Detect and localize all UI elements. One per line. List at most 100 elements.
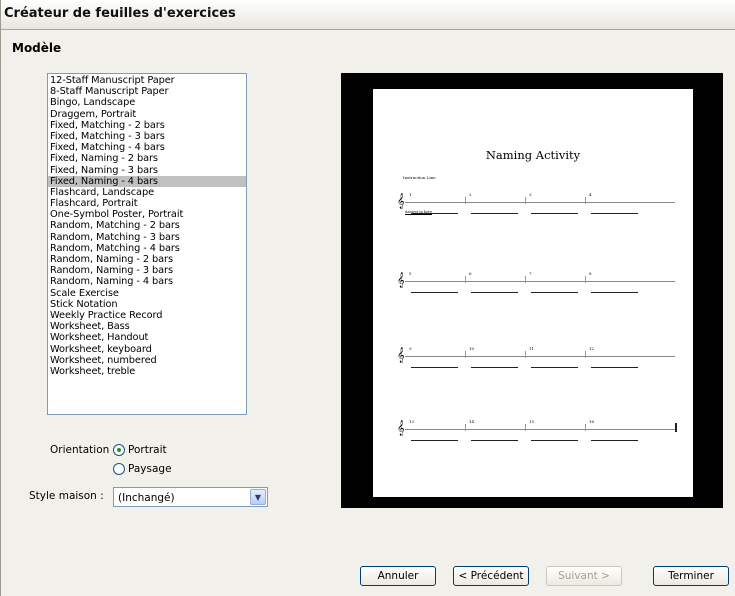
staff-line xyxy=(405,429,675,430)
measure-number: 13 xyxy=(409,419,415,424)
previous-button[interactable]: < Précédent xyxy=(453,566,529,586)
landscape-option[interactable]: Paysage xyxy=(113,463,172,475)
template-list-item[interactable]: 8-Staff Manuscript Paper xyxy=(48,86,246,97)
template-list-item[interactable]: Draggem, Portrait xyxy=(48,109,246,120)
measure-number: 5 xyxy=(409,271,412,276)
template-list[interactable]: 12-Staff Manuscript Paper 8-Staff Manuscr… xyxy=(47,73,247,415)
measure-number: 11 xyxy=(529,346,535,351)
portrait-option[interactable]: Portrait xyxy=(113,444,167,456)
template-list-item[interactable]: Fixed, Matching - 2 bars xyxy=(48,120,246,131)
template-list-item[interactable]: Random, Matching - 4 bars xyxy=(48,243,246,254)
answer-line xyxy=(471,213,518,214)
template-list-item[interactable]: 12-Staff Manuscript Paper xyxy=(48,75,246,86)
answer-line xyxy=(531,440,578,441)
answer-line xyxy=(471,440,518,441)
template-list-item[interactable]: Fixed, Naming - 2 bars xyxy=(48,153,246,164)
bar-line xyxy=(525,424,526,431)
template-preview: Naming Activity Instruction Line Answer … xyxy=(341,73,723,508)
measure-number: 1 xyxy=(409,192,412,197)
answer-line xyxy=(591,292,638,293)
preview-page: Naming Activity Instruction Line Answer … xyxy=(373,89,693,497)
measure-number: 16 xyxy=(589,419,595,424)
staff-line xyxy=(405,281,675,282)
measure-number: 10 xyxy=(469,346,475,351)
landscape-radio[interactable] xyxy=(113,463,125,475)
preview-title: Naming Activity xyxy=(485,148,581,162)
house-style-label: Style maison : xyxy=(29,490,104,502)
template-list-item[interactable]: Random, Naming - 2 bars xyxy=(48,254,246,265)
title-bar: Créateur de feuilles d'exercices xyxy=(1,0,735,30)
template-list-item[interactable]: Random, Naming - 4 bars xyxy=(48,276,246,287)
template-list-item[interactable]: Fixed, Matching - 3 bars xyxy=(48,131,246,142)
answer-line xyxy=(411,292,458,293)
answer-line xyxy=(591,367,638,368)
section-label: Modèle xyxy=(12,41,62,55)
bar-line xyxy=(525,276,526,283)
measure-number: 9 xyxy=(409,346,412,351)
template-list-item[interactable]: Worksheet, numbered xyxy=(48,355,246,366)
measure-number: 7 xyxy=(529,271,532,276)
house-style-select[interactable]: (Inchangé) ▼ xyxy=(113,487,268,507)
orientation-label: Orientation : xyxy=(50,444,117,456)
answer-line xyxy=(531,292,578,293)
measure-number: 4 xyxy=(589,192,592,197)
measure-number: 8 xyxy=(589,271,592,276)
preview-staff-row: 𝄞 1 2 3 4 xyxy=(397,192,677,232)
answer-line xyxy=(471,292,518,293)
template-list-item[interactable]: Flashcard, Portrait xyxy=(48,198,246,209)
answer-line xyxy=(471,367,518,368)
answer-line xyxy=(411,440,458,441)
cancel-button[interactable]: Annuler xyxy=(360,566,436,586)
bar-line xyxy=(525,351,526,358)
portrait-radio[interactable] xyxy=(113,444,125,456)
bar-line xyxy=(525,197,526,204)
template-list-item[interactable]: Worksheet, Bass xyxy=(48,321,246,332)
template-list-item[interactable]: Random, Matching - 2 bars xyxy=(48,220,246,231)
staff-line xyxy=(405,202,675,203)
measure-number: 12 xyxy=(589,346,595,351)
answer-line xyxy=(531,213,578,214)
answer-line xyxy=(411,367,458,368)
finish-button[interactable]: Terminer xyxy=(653,566,729,586)
template-list-item[interactable]: Bingo, Landscape xyxy=(48,97,246,108)
measure-number: 3 xyxy=(529,192,532,197)
portrait-label: Portrait xyxy=(128,444,167,456)
chevron-down-icon[interactable]: ▼ xyxy=(250,489,266,505)
bar-line xyxy=(465,424,466,431)
preview-staff-row: 𝄞 13 14 15 16 xyxy=(397,419,677,459)
bar-line xyxy=(585,424,586,431)
answer-line xyxy=(591,213,638,214)
template-list-item[interactable]: Worksheet, Handout xyxy=(48,332,246,343)
template-list-item[interactable]: Random, Naming - 3 bars xyxy=(48,265,246,276)
measure-number: 14 xyxy=(469,419,475,424)
house-style-value: (Inchangé) xyxy=(118,492,175,504)
template-list-item[interactable]: Flashcard, Landscape xyxy=(48,187,246,198)
treble-clef-icon: 𝄞 xyxy=(397,348,405,363)
next-button[interactable]: Suivant > xyxy=(546,566,622,586)
answer-line xyxy=(411,213,458,214)
measure-number: 6 xyxy=(469,271,472,276)
template-list-item[interactable]: Fixed, Matching - 4 bars xyxy=(48,142,246,153)
measure-number: 2 xyxy=(469,192,472,197)
measure-number: 15 xyxy=(529,419,535,424)
template-list-item[interactable]: One-Symbol Poster, Portrait xyxy=(48,209,246,220)
treble-clef-icon: 𝄞 xyxy=(397,421,405,436)
bar-line xyxy=(585,351,586,358)
bar-line xyxy=(465,197,466,204)
template-list-item[interactable]: Scale Exercise xyxy=(48,288,246,299)
bar-line xyxy=(585,276,586,283)
staff-line xyxy=(405,356,675,357)
template-list-item[interactable]: Worksheet, keyboard xyxy=(48,344,246,355)
template-list-item[interactable]: Worksheet, treble xyxy=(48,366,246,377)
window-title: Créateur de feuilles d'exercices xyxy=(4,6,236,21)
template-list-item[interactable]: Fixed, Naming - 3 bars xyxy=(48,165,246,176)
bar-line xyxy=(465,276,466,283)
template-list-item[interactable]: Weekly Practice Record xyxy=(48,310,246,321)
bar-line xyxy=(585,197,586,204)
treble-clef-icon: 𝄞 xyxy=(397,273,405,288)
preview-staff-row: 𝄞 5 6 7 8 xyxy=(397,271,677,311)
worksheet-creator-window: Créateur de feuilles d'exercices Modèle … xyxy=(0,0,735,596)
template-list-item[interactable]: Stick Notation xyxy=(48,299,246,310)
template-list-item[interactable]: Fixed, Naming - 4 bars xyxy=(48,175,246,187)
template-list-item[interactable]: Random, Matching - 3 bars xyxy=(48,232,246,243)
